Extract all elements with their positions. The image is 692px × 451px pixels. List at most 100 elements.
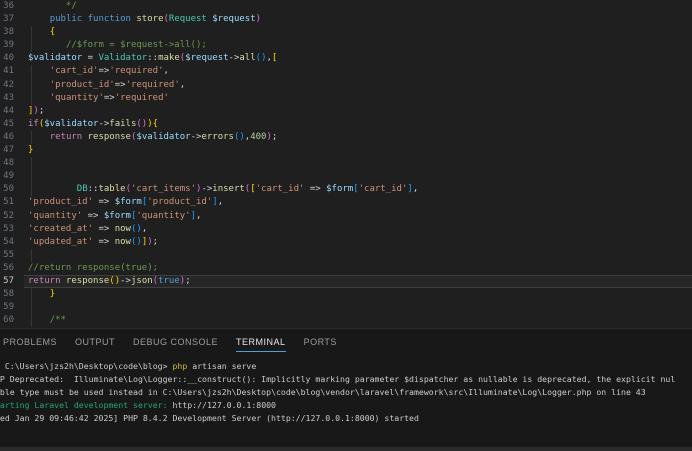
line-number[interactable]: 39: [0, 39, 14, 52]
code-line[interactable]: 37 public function store(Request $reques…: [0, 13, 692, 26]
panel-tab-debug-console[interactable]: DEBUG CONSOLE: [124, 332, 227, 352]
code-token: //return response(true);: [28, 262, 159, 273]
terminal-line: S C:\Users\jzs2h\Desktop\code\blog> php …: [0, 360, 692, 373]
line-number[interactable]: 58: [0, 288, 14, 301]
code-token: =>: [98, 66, 110, 77]
code-line[interactable]: 42 'product_id'=>'required',: [0, 78, 692, 92]
indent-guide-line: [31, 65, 32, 79]
line-number[interactable]: 52: [0, 210, 14, 223]
line-number[interactable]: 46: [0, 131, 14, 144]
code-token: $form: [103, 210, 131, 221]
line-number[interactable]: 54: [0, 236, 14, 249]
code-line[interactable]: 48: [0, 157, 692, 171]
code-line[interactable]: 47}: [0, 144, 692, 157]
line-number[interactable]: 42: [0, 79, 14, 92]
code-line[interactable]: 44]);: [0, 105, 692, 118]
code-token: ,: [163, 66, 169, 77]
code-text: 'quantity'=>'required': [14, 92, 692, 105]
code-token: 'required': [114, 92, 169, 103]
code-line[interactable]: 46 return response($validator->errors(),…: [0, 130, 692, 145]
code-line[interactable]: 38 {: [0, 26, 692, 40]
line-number[interactable]: 56: [0, 262, 14, 275]
line-number[interactable]: 36: [0, 0, 14, 13]
code-line[interactable]: 40 $validator = Validator::make($request-…: [0, 52, 692, 65]
code-text: $validator = Validator::make($request->a…: [14, 52, 692, 65]
code-token: (): [136, 118, 148, 129]
code-line[interactable]: 50 DB::table('cart_items')->insert(['car…: [0, 183, 692, 197]
indent-guide-line: [31, 248, 32, 262]
panel-tab-problems[interactable]: PROBLEMS: [0, 332, 66, 352]
line-number[interactable]: 60: [0, 314, 14, 327]
line-number[interactable]: 38: [0, 26, 14, 39]
code-line[interactable]: 57 return response()->json(true);: [0, 274, 692, 289]
code-line[interactable]: 41 'cart_id'=>'required',: [0, 65, 692, 79]
code-line[interactable]: 58 }: [0, 288, 692, 302]
code-text: }: [14, 144, 692, 157]
code-token: 'quantity': [49, 92, 104, 103]
code-token: =>: [93, 223, 115, 234]
code-line[interactable]: 39 //$form = $request->all();: [0, 39, 692, 53]
code-line[interactable]: 54'updated_at' => now()]);: [0, 236, 692, 249]
code-line[interactable]: 51'product_id' => $form['product_id'],: [0, 196, 692, 209]
code-token: =: [82, 53, 99, 64]
code-line[interactable]: 59: [0, 301, 692, 315]
code-token: 'product_id': [49, 79, 115, 90]
code-token: ,: [196, 210, 202, 221]
code-token: */: [28, 1, 77, 11]
code-token: errors: [201, 131, 234, 142]
line-number[interactable]: 37: [0, 13, 14, 26]
code-token: (): [233, 131, 245, 142]
indent-guide-line: [31, 130, 32, 145]
line-number[interactable]: 59: [0, 301, 14, 314]
code-token: make: [158, 53, 180, 64]
line-number[interactable]: 53: [0, 223, 14, 236]
line-number[interactable]: 48: [0, 157, 14, 170]
code-line[interactable]: 52'quantity' => $form['quantity'],: [0, 210, 692, 223]
code-token: ): [255, 14, 262, 25]
terminal-line: able type must be used instead in C:\Use…: [0, 386, 692, 399]
line-number[interactable]: 51: [0, 196, 14, 209]
line-number[interactable]: 49: [0, 170, 14, 183]
line-number[interactable]: 50: [0, 183, 14, 196]
code-token: =>: [103, 92, 115, 103]
code-text: //$form = $request->all();: [14, 39, 692, 52]
code-line[interactable]: 36 */: [0, 0, 692, 13]
terminal-text-segment: Wed Jan 29 09:46:42 2025] PHP 8.4.2 Deve…: [0, 412, 419, 423]
code-token: 'cart_id': [358, 184, 408, 195]
line-number[interactable]: 41: [0, 65, 14, 78]
code-line[interactable]: 60 /**: [0, 314, 692, 328]
code-token: ;: [38, 105, 45, 116]
panel-tab-terminal[interactable]: TERMINAL: [227, 332, 295, 352]
code-token: response: [87, 131, 131, 142]
code-line[interactable]: 45 if($validator->fails()){: [0, 118, 692, 131]
code-token: ,: [217, 197, 224, 208]
code-token: ->: [228, 53, 240, 64]
line-number[interactable]: 40: [0, 52, 14, 65]
code-token: table: [98, 184, 126, 195]
code-text: {: [14, 26, 692, 39]
panel-tab-ports[interactable]: PORTS: [295, 332, 346, 352]
panel-tab-output[interactable]: OUTPUT: [66, 332, 124, 352]
code-line[interactable]: 53'created_at' => now(),: [0, 223, 692, 236]
code-line[interactable]: 55: [0, 248, 692, 262]
code-token: //$form = $request->all();: [65, 40, 207, 51]
terminal-text-segment: artisan serve: [187, 361, 257, 371]
code-text: */: [14, 0, 692, 13]
terminal[interactable]: S C:\Users\jzs2h\Desktop\code\blog> php …: [0, 355, 692, 424]
code-line[interactable]: 56 //return response(true);: [0, 262, 692, 275]
code-editor[interactable]: 36 */37 public function store(Request $r…: [0, 0, 692, 328]
code-line[interactable]: 49: [0, 170, 692, 184]
line-number[interactable]: 57: [0, 275, 14, 288]
code-text: public function store(Request $request): [14, 13, 692, 26]
indent-guide-line: [31, 39, 32, 53]
line-number[interactable]: 43: [0, 92, 14, 105]
line-number[interactable]: 47: [0, 144, 14, 157]
line-number[interactable]: 44: [0, 105, 14, 118]
line-number[interactable]: 55: [0, 249, 14, 262]
line-number[interactable]: 45: [0, 118, 14, 131]
indent-guide-line: [31, 78, 32, 92]
code-line[interactable]: 43 'quantity'=>'required': [0, 91, 692, 105]
